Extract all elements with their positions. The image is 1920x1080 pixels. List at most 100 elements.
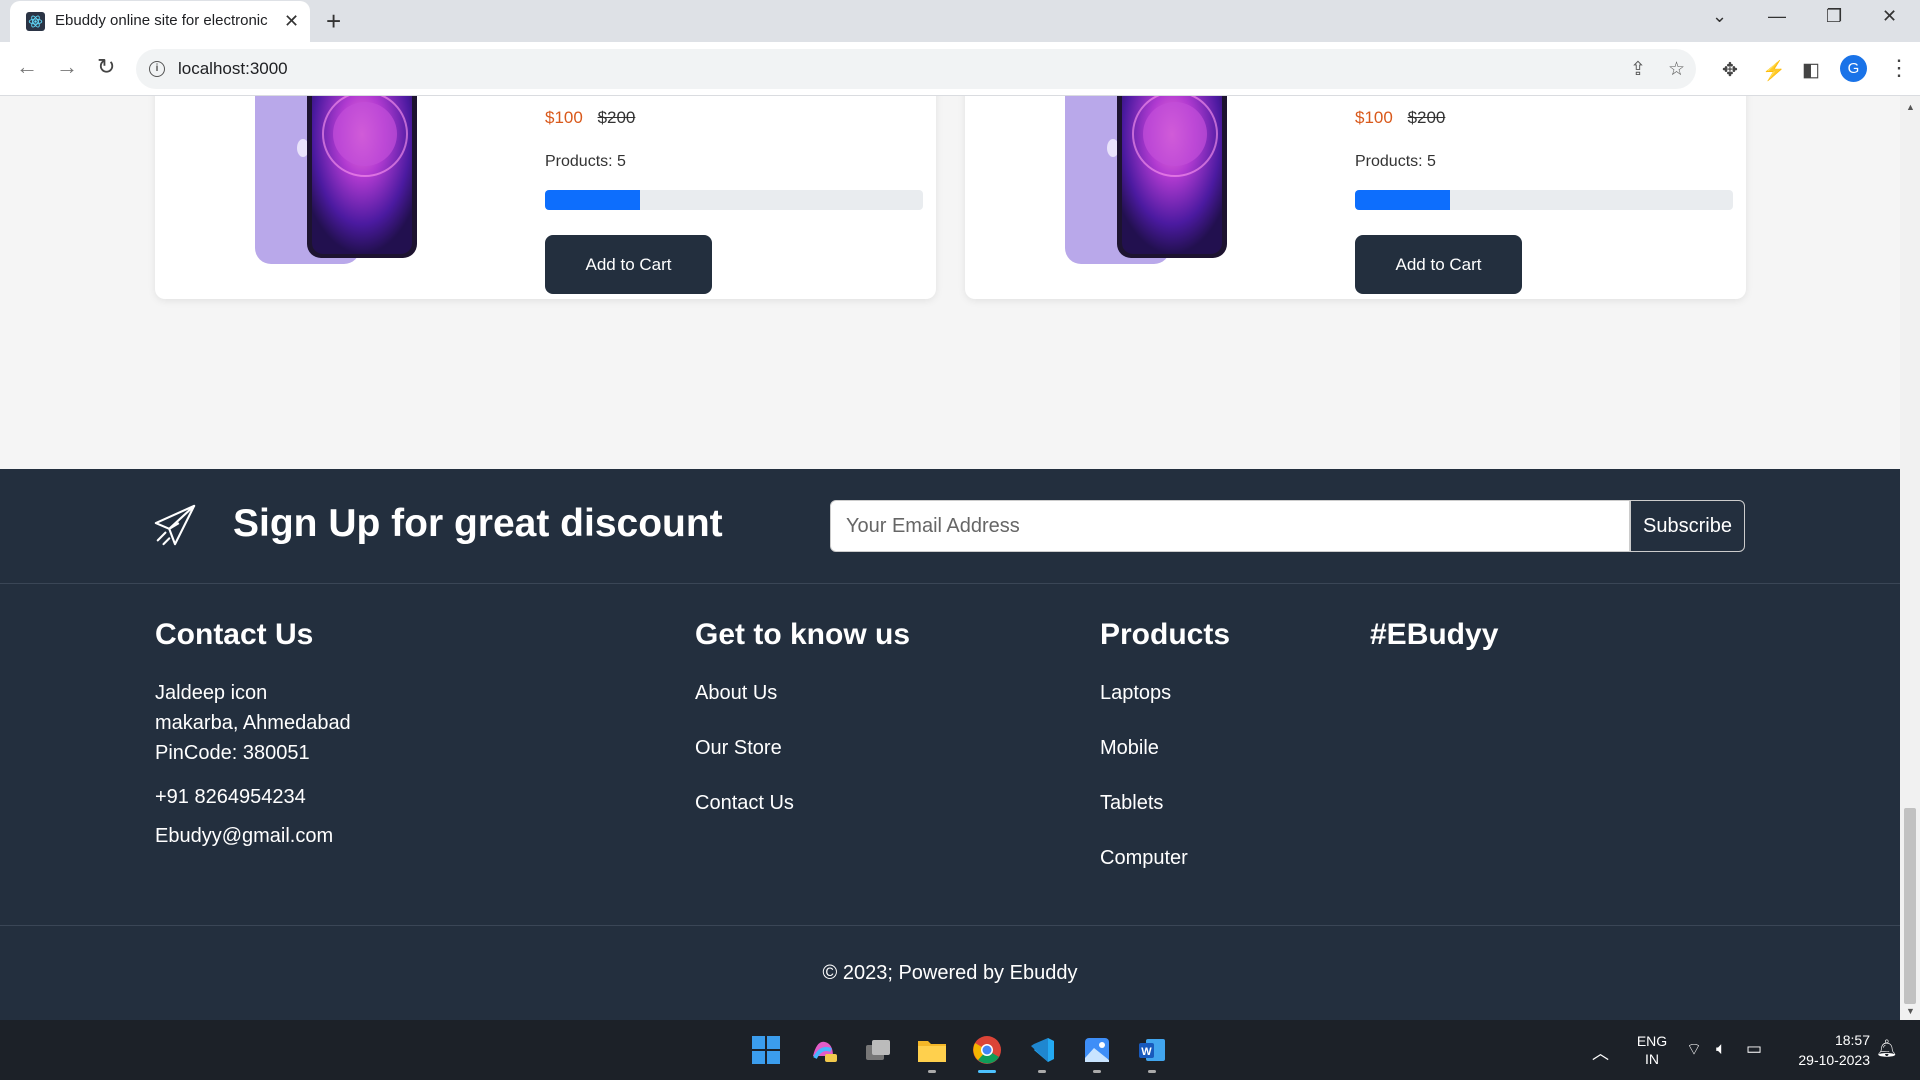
page-viewport: $100 $200 Products: 5 Add to Cart $100 $… [0,96,1900,1020]
iphone-product-image [1065,96,1227,264]
footer-link-laptops[interactable]: Laptops [1100,682,1230,737]
scrollbar-thumb[interactable] [1904,808,1916,1004]
browser-tab-strip: Ebuddy online site for electronic ✕ + ⌄ … [0,0,1920,42]
side-panel-icon[interactable]: ◧ [1802,59,1820,82]
performance-icon[interactable]: ⚡ [1762,59,1786,83]
battery-icon[interactable]: ▭ [1746,1039,1762,1059]
scroll-up-arrow-icon[interactable]: ▲ [1906,102,1915,112]
browser-toolbar: ← → ↻ i localhost:3000 ⇪ ☆ ✥ ⚡ ◧ G ⋮ [0,42,1920,96]
footer-link-about[interactable]: About Us [695,682,910,737]
email-input[interactable] [830,500,1630,552]
progress-fill [545,190,640,210]
site-info-icon[interactable]: i [149,61,165,77]
chrome-menu-icon[interactable]: ⋮ [1888,55,1910,81]
original-price: $200 [1407,108,1446,127]
back-arrow-icon[interactable]: ← [16,54,38,80]
volume-icon[interactable]: 🔈︎ [1716,1039,1726,1059]
share-icon[interactable]: ⇪ [1630,58,1646,81]
forward-arrow-icon[interactable]: → [56,54,78,80]
footer-link-computer[interactable]: Computer [1100,847,1230,902]
window-close-icon[interactable]: ✕ [1882,6,1897,27]
wifi-icon[interactable]: ⌔ [1686,1039,1702,1060]
profile-avatar[interactable]: G [1840,55,1867,82]
price-row: $100 $200 [1355,108,1445,128]
address-line: PinCode: 380051 [155,742,310,764]
notification-bell-icon[interactable]: 🔔︎ [1876,1039,1898,1059]
stock-progress-bar [1355,190,1733,210]
show-hidden-icons-chevron-icon[interactable]: ︿ [1592,1039,1609,1064]
stock-count: Products: 5 [1355,153,1436,170]
subscribe-button[interactable]: Subscribe [1630,500,1745,552]
sale-price: $100 [1355,108,1393,127]
running-indicator [1093,1070,1101,1073]
new-tab-plus-icon[interactable]: + [326,7,341,35]
chrome-icon[interactable] [971,1034,1003,1066]
react-favicon-icon [26,12,45,31]
iphone-product-image [255,96,417,264]
contact-title: Contact Us [155,618,314,651]
tab-close-icon[interactable]: ✕ [284,10,299,32]
add-to-cart-button[interactable]: Add to Cart [545,235,712,294]
vscode-icon[interactable] [1026,1034,1058,1066]
language-indicator[interactable]: ENG IN [1632,1032,1672,1068]
original-price: $200 [597,108,636,127]
file-explorer-icon[interactable] [916,1034,948,1066]
windows-start-icon[interactable] [750,1034,782,1066]
task-view-icon[interactable] [862,1034,894,1066]
price-row: $100 $200 [545,108,635,128]
paper-plane-icon [154,504,196,546]
active-app-indicator [978,1070,996,1073]
footer-main: Contact Us Jaldeep icon makarba, Ahmedab… [0,584,1900,926]
address-bar[interactable]: i localhost:3000 ⇪ ☆ [136,49,1696,89]
address-line: Jaldeep icon [155,682,268,704]
windows-taskbar: W ︿ ENG IN ⌔ 🔈︎ ▭ 18:57 29-10-2023 🔔︎ [0,1020,1920,1080]
browser-tab-active[interactable]: Ebuddy online site for electronic ✕ [10,1,310,42]
product-card: $100 $200 Products: 5 Add to Cart [965,96,1746,299]
address-line: makarba, Ahmedabad [155,712,351,734]
clock[interactable]: 18:57 29-10-2023 [1780,1030,1870,1070]
bookmark-star-icon[interactable]: ☆ [1668,58,1685,81]
newsletter-title: Sign Up for great discount [233,502,723,545]
clock-time: 18:57 [1834,1032,1870,1048]
url-text[interactable]: localhost:3000 [178,59,288,79]
product-card: $100 $200 Products: 5 Add to Cart [155,96,936,299]
minimize-icon[interactable]: — [1768,6,1786,27]
svg-text:W: W [1141,1046,1152,1058]
language-code: ENG [1636,1033,1668,1049]
products-title: Products [1100,618,1231,651]
running-indicator [1148,1070,1156,1073]
word-icon[interactable]: W [1136,1034,1168,1066]
know-title: Get to know us [695,618,911,651]
restore-icon[interactable]: ❐ [1826,6,1842,27]
social-title: #EBudyy [1370,618,1499,651]
tab-search-chevron-icon[interactable]: ⌄ [1712,6,1727,27]
phone-link[interactable]: +91 8264954234 [155,786,351,809]
product-links: Laptops Mobile Tablets Computer [1100,682,1230,902]
scroll-down-arrow-icon[interactable]: ▼ [1906,1006,1915,1016]
know-links: About Us Our Store Contact Us [695,682,910,847]
photos-icon[interactable] [1081,1034,1113,1066]
reload-icon[interactable]: ↻ [97,54,115,80]
page-scrollbar[interactable]: ▲ ▼ [1900,96,1920,1020]
footer-link-store[interactable]: Our Store [695,737,910,792]
add-to-cart-button[interactable]: Add to Cart [1355,235,1522,294]
progress-fill [1355,190,1450,210]
copilot-icon[interactable] [807,1034,839,1066]
footer-link-contact[interactable]: Contact Us [695,792,910,847]
stock-count: Products: 5 [545,153,626,170]
copyright-text: © 2023; Powered by Ebuddy [0,926,1900,1020]
footer-contact-column: Contact Us Jaldeep icon makarba, Ahmedab… [155,618,351,848]
footer-link-tablets[interactable]: Tablets [1100,792,1230,847]
running-indicator [928,1070,936,1073]
address-block: Jaldeep icon makarba, Ahmedabad PinCode:… [155,678,351,768]
extensions-puzzle-icon[interactable]: ✥ [1722,59,1738,82]
sale-price: $100 [545,108,583,127]
newsletter-section: Sign Up for great discount Subscribe [0,469,1900,584]
region-code: IN [1645,1051,1659,1067]
stock-progress-bar [545,190,923,210]
footer-link-mobile[interactable]: Mobile [1100,737,1230,792]
footer-know-column: Get to know us About Us Our Store Contac… [695,618,910,847]
footer-products-column: Products Laptops Mobile Tablets Computer [1100,618,1230,902]
running-indicator [1038,1070,1046,1073]
email-link[interactable]: Ebudyy@gmail.com [155,825,351,848]
